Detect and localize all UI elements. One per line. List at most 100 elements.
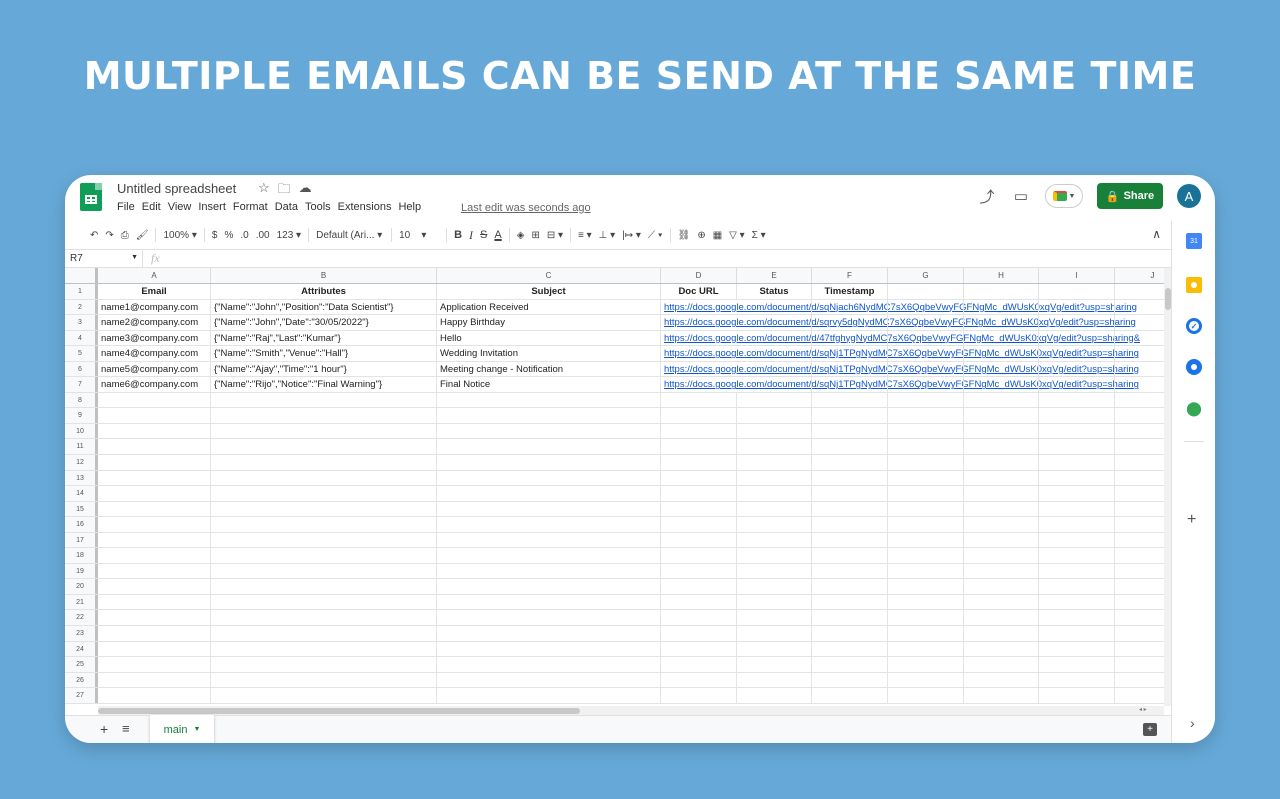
cell[interactable] (812, 594, 888, 610)
row-number[interactable]: 8 (65, 392, 98, 408)
cell[interactable] (737, 315, 812, 330)
row-number[interactable]: 17 (65, 532, 98, 548)
row-number[interactable]: 27 (65, 688, 98, 703)
move-folder-icon[interactable]: 🗀 (278, 180, 291, 202)
row-number[interactable]: 19 (65, 563, 98, 579)
cell[interactable] (812, 579, 888, 594)
cell[interactable] (812, 532, 888, 548)
cell[interactable] (98, 408, 211, 423)
cell[interactable] (98, 548, 211, 563)
cell[interactable] (964, 423, 1039, 439)
cell[interactable] (1039, 563, 1115, 579)
cell[interactable] (888, 548, 964, 563)
cell[interactable] (1115, 284, 1164, 299)
cell[interactable] (888, 330, 964, 346)
doc-url-link[interactable]: https://docs.google.com/document/d/sqNj1… (661, 346, 1139, 361)
header-cell[interactable]: Doc URL (661, 284, 737, 299)
cell[interactable] (661, 517, 737, 532)
cell[interactable] (964, 641, 1039, 657)
fill-color-icon[interactable]: ◈ (517, 230, 525, 241)
cell[interactable]: Meeting change - Notification (437, 361, 661, 377)
cell[interactable] (1115, 300, 1164, 315)
doc-url-link[interactable]: https://docs.google.com/document/d/sqrvy… (661, 315, 1136, 330)
cell[interactable] (812, 439, 888, 455)
star-icon[interactable]: ☆ (258, 180, 270, 202)
column-header[interactable]: I (1039, 268, 1115, 283)
cell[interactable] (812, 626, 888, 641)
cell[interactable] (98, 470, 211, 486)
header-cell[interactable]: Status (737, 284, 812, 299)
row-number[interactable]: 5 (65, 346, 98, 361)
row-number[interactable]: 22 (65, 610, 98, 626)
cell[interactable] (211, 486, 437, 501)
cell[interactable] (211, 641, 437, 657)
cell[interactable] (737, 299, 812, 315)
cell[interactable] (737, 486, 812, 501)
cell[interactable] (98, 579, 211, 594)
cell[interactable] (1039, 641, 1115, 657)
cell[interactable] (98, 486, 211, 501)
row-number[interactable]: 4 (65, 330, 98, 346)
column-header[interactable]: H (964, 268, 1039, 283)
cell[interactable] (888, 439, 964, 455)
name-box[interactable]: R7 ▼ (65, 250, 143, 267)
cell[interactable]: {"Name":"John","Position":"Data Scientis… (211, 299, 437, 315)
cell[interactable] (1039, 688, 1115, 703)
font-size-select[interactable]: 10 ▾ (399, 230, 439, 241)
column-header[interactable]: F (812, 268, 888, 283)
cell[interactable] (211, 517, 437, 532)
cell[interactable] (812, 408, 888, 423)
cell[interactable]: Final Notice (437, 377, 661, 392)
calendar-icon[interactable]: 31 (1186, 233, 1202, 249)
all-sheets-icon[interactable]: ≡ (122, 721, 130, 736)
cell[interactable] (437, 688, 661, 703)
tasks-icon[interactable]: ✓ (1186, 318, 1202, 334)
menu-tools[interactable]: Tools (305, 201, 331, 213)
cell[interactable] (812, 486, 888, 501)
cell[interactable] (1115, 408, 1164, 423)
cell[interactable] (1039, 626, 1115, 641)
cell[interactable] (812, 501, 888, 517)
header-cell[interactable]: Email (98, 284, 211, 299)
row-number[interactable]: 15 (65, 501, 98, 517)
cell[interactable] (1039, 455, 1115, 470)
cell[interactable] (1039, 579, 1115, 594)
cell[interactable] (812, 455, 888, 470)
cell[interactable]: Happy Birthday (437, 315, 661, 330)
cloud-status-icon[interactable]: ☁ (299, 180, 312, 202)
cell[interactable]: Wedding Invitation (437, 346, 661, 361)
add-sheet-icon[interactable]: + (100, 721, 108, 737)
cell[interactable] (1115, 533, 1164, 548)
bold-button[interactable]: B (454, 229, 462, 241)
cell[interactable] (1115, 502, 1164, 517)
cell[interactable] (1039, 501, 1115, 517)
cell[interactable] (964, 563, 1039, 579)
row-number[interactable]: 24 (65, 641, 98, 657)
italic-button[interactable]: I (469, 228, 473, 243)
column-header[interactable]: A (98, 268, 211, 283)
menu-insert[interactable]: Insert (198, 201, 226, 213)
cell[interactable] (964, 548, 1039, 563)
cell[interactable] (1115, 486, 1164, 501)
cell[interactable] (888, 672, 964, 688)
doc-url-link[interactable]: https://docs.google.com/document/d/47tfg… (661, 331, 1140, 346)
row-number[interactable]: 16 (65, 517, 98, 532)
cell[interactable] (98, 455, 211, 470)
row-number[interactable]: 20 (65, 579, 98, 594)
cell[interactable] (812, 517, 888, 532)
cell[interactable] (437, 501, 661, 517)
cell[interactable] (888, 610, 964, 626)
borders-icon[interactable]: ⊞ (531, 230, 539, 241)
cell[interactable] (964, 315, 1039, 330)
cell[interactable] (812, 548, 888, 563)
cell[interactable] (812, 330, 888, 346)
cell[interactable] (661, 501, 737, 517)
cell[interactable] (661, 626, 737, 641)
print-icon[interactable]: ⎙ (121, 230, 129, 241)
cell[interactable] (737, 346, 812, 361)
cell[interactable] (888, 423, 964, 439)
cell[interactable] (964, 439, 1039, 455)
cell[interactable] (1115, 579, 1164, 594)
column-header[interactable]: B (211, 268, 437, 283)
row-number[interactable]: 3 (65, 315, 98, 330)
